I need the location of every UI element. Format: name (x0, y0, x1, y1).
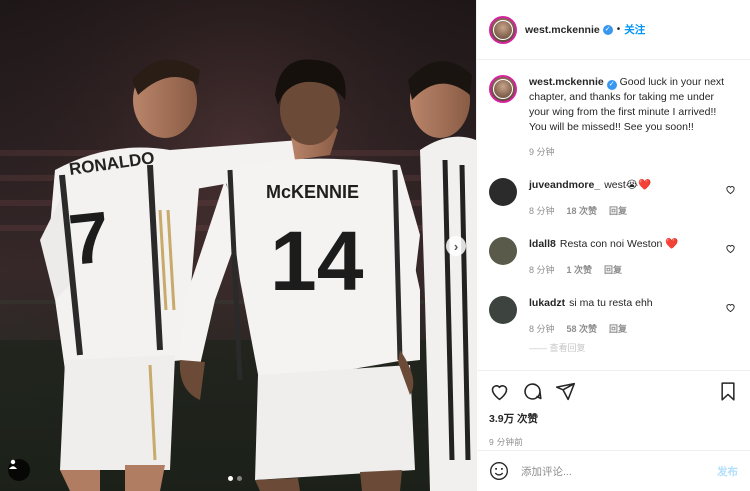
user-tag-icon (9, 459, 17, 469)
share-button[interactable] (555, 381, 576, 402)
like-count[interactable]: 3.9万 次赞 (489, 411, 738, 426)
heart-icon[interactable] (725, 302, 736, 313)
comment-input[interactable]: 添加评论... (521, 464, 717, 479)
jersey-number-left: 7 (65, 197, 113, 281)
verified-icon: ✓ (602, 24, 613, 35)
save-button[interactable] (718, 381, 738, 402)
view-replies-link[interactable]: —— 查看回复 (529, 341, 738, 354)
post-comment-button[interactable]: 发布 (717, 464, 738, 479)
comment-text: Resta con noi Weston ❤️ (559, 238, 679, 250)
jersey-number-center: 14 (270, 214, 364, 308)
comment-composer: 添加评论... 发布 (477, 450, 750, 491)
author-avatar[interactable] (489, 75, 517, 103)
caption-username[interactable]: west.mckennie (529, 76, 604, 88)
verified-icon: ✓ (606, 80, 617, 90)
caption-time: 9 分钟 (529, 147, 555, 157)
reply-button[interactable]: 回复 (604, 263, 622, 276)
carousel-dot (237, 476, 242, 481)
comment-icon (524, 382, 542, 400)
comment-username[interactable]: juveandmore_ (529, 179, 600, 191)
comment-username[interactable]: ldall8 (529, 238, 556, 250)
jersey-name-center: McKENNIE (266, 182, 359, 202)
comment-likes[interactable]: 1 次赞 (567, 263, 593, 276)
reply-button[interactable]: 回复 (609, 322, 627, 335)
post-side-panel: west.mckennie ✓ • 关注 west.mckennie ✓ Good… (476, 0, 750, 491)
separator-dot: • (616, 24, 621, 35)
comment-time[interactable]: 8 分钟 (529, 263, 555, 276)
post-image: RONALDO 7 McKENNIE 14 (0, 0, 476, 491)
heart-icon (491, 384, 508, 400)
author-username[interactable]: west.mckennie (525, 24, 600, 36)
like-button[interactable] (489, 381, 510, 402)
share-icon (555, 382, 576, 400)
chevron-right-icon: › (453, 238, 459, 254)
comment-time[interactable]: 8 分钟 (529, 322, 555, 335)
post-actions: 3.9万 次赞 9 分钟前 (477, 370, 750, 448)
heart-icon[interactable] (725, 184, 736, 195)
carousel-indicator (228, 476, 242, 481)
carousel-dot (228, 476, 233, 481)
comment-button[interactable] (522, 381, 543, 402)
post-photo[interactable]: RONALDO 7 McKENNIE 14 › (0, 0, 476, 491)
commenter-avatar[interactable] (489, 296, 517, 324)
emoji-icon (490, 462, 508, 480)
comment-username[interactable]: lukadzt (529, 297, 565, 309)
comment-likes[interactable]: 58 次赞 (567, 322, 598, 335)
post-header: west.mckennie ✓ • 关注 (477, 0, 750, 60)
comments-list[interactable]: west.mckennie ✓ Good luck in your next ch… (477, 61, 750, 371)
comment-item: lukadzt si ma tu resta ehh 8 分钟 58 次赞 回复 (489, 296, 738, 335)
comment-time[interactable]: 8 分钟 (529, 204, 555, 217)
comment-text: si ma tu resta ehh (569, 297, 653, 309)
comment-item: juveandmore_ west😭❤️ 8 分钟 18 次赞 回复 (489, 178, 738, 217)
author-avatar[interactable] (489, 15, 517, 44)
commenter-avatar[interactable] (489, 178, 517, 206)
post-caption: west.mckennie ✓ Good luck in your next ch… (489, 75, 738, 158)
tagged-users-button[interactable] (8, 459, 30, 481)
emoji-button[interactable] (489, 461, 509, 481)
next-photo-button[interactable]: › (446, 236, 466, 256)
comment-text: west😭❤️ (604, 179, 652, 191)
bookmark-icon (721, 381, 735, 401)
heart-icon[interactable] (725, 243, 736, 254)
comment-likes[interactable]: 18 次赞 (567, 204, 598, 217)
post-timestamp[interactable]: 9 分钟前 (489, 436, 738, 448)
follow-button[interactable]: 关注 (624, 22, 645, 37)
reply-button[interactable]: 回复 (609, 204, 627, 217)
comment-item: ldall8 Resta con noi Weston ❤️ 8 分钟 1 次赞 … (489, 237, 738, 276)
commenter-avatar[interactable] (489, 237, 517, 265)
